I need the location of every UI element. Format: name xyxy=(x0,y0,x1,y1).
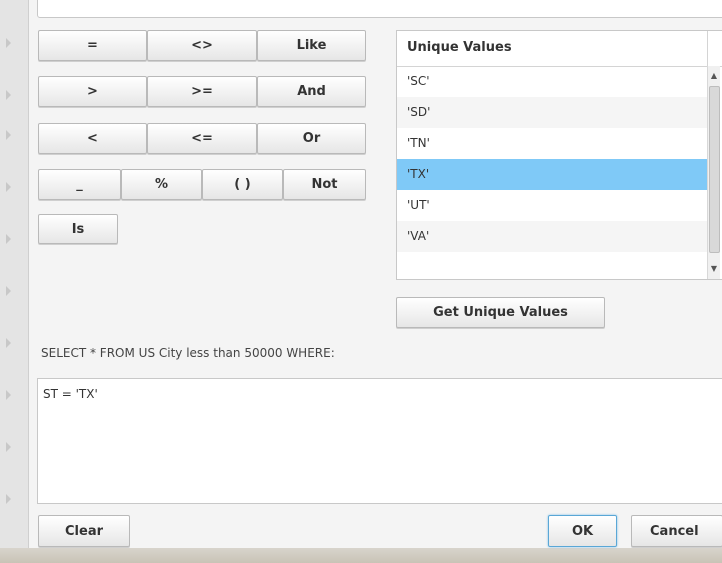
ok-button[interactable]: OK xyxy=(548,515,617,547)
list-item-selected[interactable]: 'TX' xyxy=(397,159,707,190)
collapse-arrow-icon xyxy=(6,390,11,400)
parentheses-button[interactable]: ( ) xyxy=(202,169,283,200)
top-field[interactable] xyxy=(37,0,722,18)
greater-than-button[interactable]: > xyxy=(38,76,147,107)
underscore-button[interactable]: _ xyxy=(38,169,121,200)
unique-values-title: Unique Values xyxy=(407,40,512,55)
collapse-arrow-icon xyxy=(6,494,11,504)
is-button[interactable]: Is xyxy=(38,214,118,244)
unique-values-header: Unique Values xyxy=(397,31,722,67)
not-equals-button[interactable]: <> xyxy=(147,30,257,61)
list-item[interactable]: 'UT' xyxy=(397,190,707,221)
scroll-up-icon[interactable]: ▲ xyxy=(708,69,720,83)
scroll-thumb[interactable] xyxy=(709,86,720,253)
and-button[interactable]: And xyxy=(257,76,366,107)
cancel-button[interactable]: Cancel xyxy=(631,515,722,547)
query-builder-dialog: = <> Like > >= And < <= Or _ % ( ) Not I… xyxy=(28,0,722,548)
collapse-arrow-icon xyxy=(6,90,11,100)
or-button[interactable]: Or xyxy=(257,123,366,154)
greater-equal-button[interactable]: >= xyxy=(147,76,257,107)
list-item[interactable]: 'TN' xyxy=(397,128,707,159)
collapse-arrow-icon xyxy=(6,338,11,348)
where-clause-text: ST = 'TX' xyxy=(43,387,98,401)
collapse-arrow-icon xyxy=(6,182,11,192)
collapse-arrow-icon xyxy=(6,130,11,140)
unique-values-panel: Unique Values 'SC' 'SD' 'TN' 'TX' 'UT' '… xyxy=(396,30,722,280)
percent-button[interactable]: % xyxy=(121,169,202,200)
list-item[interactable]: 'VA' xyxy=(397,221,707,252)
sidebar-strip xyxy=(0,0,29,563)
less-equal-button[interactable]: <= xyxy=(147,123,257,154)
like-button[interactable]: Like xyxy=(257,30,366,61)
scroll-down-icon[interactable]: ▼ xyxy=(708,262,720,276)
unique-values-list: 'SC' 'SD' 'TN' 'TX' 'UT' 'VA' xyxy=(397,66,707,252)
get-unique-values-button[interactable]: Get Unique Values xyxy=(396,297,605,328)
collapse-arrow-icon xyxy=(6,234,11,244)
list-item[interactable]: 'SC' xyxy=(397,66,707,97)
background-map-strip xyxy=(0,548,722,563)
sql-prefix-label: SELECT * FROM US City less than 50000 WH… xyxy=(41,346,335,360)
not-button[interactable]: Not xyxy=(283,169,366,200)
equals-button[interactable]: = xyxy=(38,30,147,61)
collapse-arrow-icon xyxy=(6,286,11,296)
list-scrollbar[interactable]: ▲ ▼ xyxy=(707,66,720,279)
clear-button[interactable]: Clear xyxy=(38,515,130,547)
where-clause-textarea[interactable]: ST = 'TX' xyxy=(37,378,722,504)
list-item[interactable]: 'SD' xyxy=(397,97,707,128)
less-than-button[interactable]: < xyxy=(38,123,147,154)
header-divider xyxy=(707,31,708,66)
collapse-arrow-icon xyxy=(6,442,11,452)
collapse-arrow-icon xyxy=(6,38,11,48)
